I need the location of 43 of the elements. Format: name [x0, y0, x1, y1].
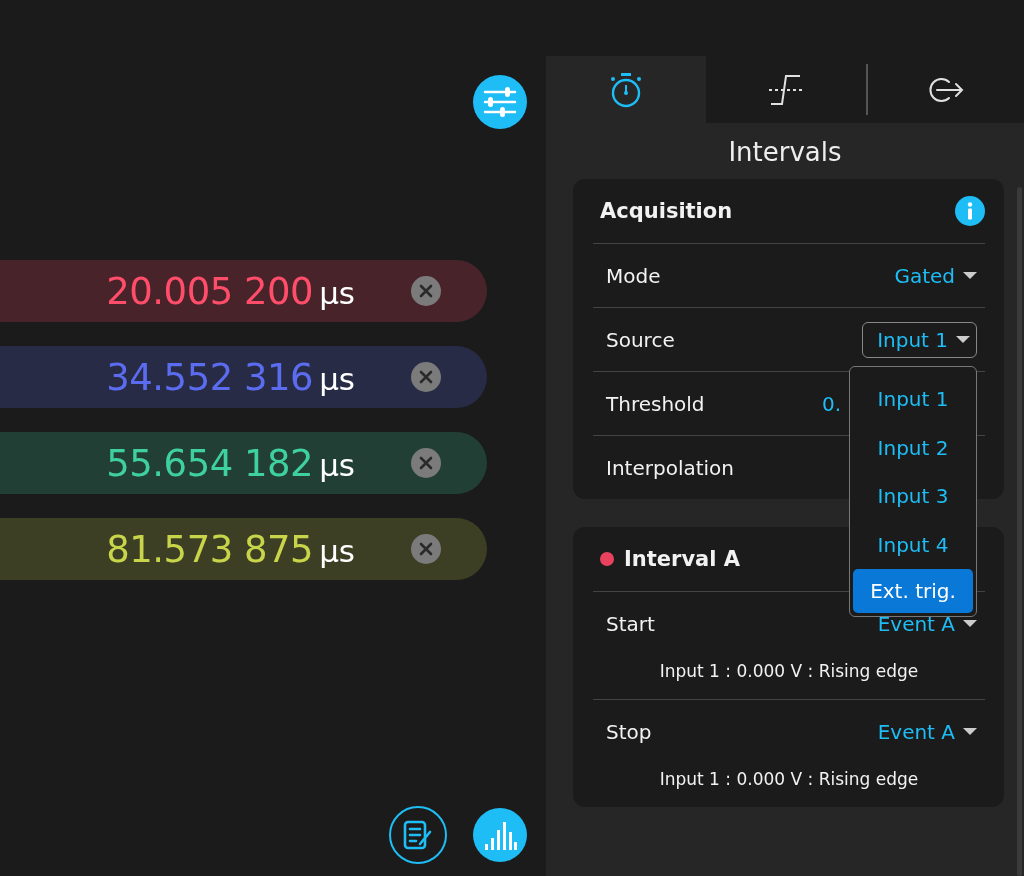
readout-unit: µs: [319, 447, 355, 483]
event-detail: Input 1 : 0.000 V : Rising edge: [658, 768, 920, 791]
readout-unit: µs: [319, 275, 355, 311]
stopwatch-icon: [609, 71, 643, 108]
readout-value: 55.654 182: [106, 441, 314, 485]
readout-unit: µs: [319, 361, 355, 397]
event-dropdown[interactable]: Event A: [877, 715, 977, 748]
close-button[interactable]: [411, 534, 441, 564]
readout-unit: µs: [319, 533, 355, 569]
setting-label: Start: [606, 611, 655, 636]
menu-option[interactable]: Input 2: [853, 423, 973, 472]
readout-value: 34.552 316: [106, 355, 314, 399]
notepad-pencil-icon: [402, 819, 434, 851]
setting-label: Stop: [606, 719, 652, 744]
menu-option[interactable]: Ext. trig.: [853, 569, 973, 613]
readout-value: 20.005 200: [106, 269, 314, 313]
sliders-icon: [483, 87, 517, 117]
close-button[interactable]: [411, 448, 441, 478]
close-icon: [411, 534, 441, 564]
readout-value: 81.573 875: [106, 527, 314, 571]
setting-label: Threshold: [606, 391, 705, 416]
notes-button[interactable]: [389, 806, 447, 864]
setting-label: Mode: [606, 263, 661, 288]
close-button[interactable]: [411, 276, 441, 306]
close-icon: [411, 362, 441, 392]
tab[interactable]: [546, 56, 706, 123]
setting-label: Interpolation: [606, 455, 734, 480]
panel-title: Intervals: [727, 136, 843, 169]
close-icon: [411, 448, 441, 478]
section-title: Acquisition: [600, 199, 733, 223]
settings-button[interactable]: [473, 75, 527, 129]
threshold-value[interactable]: 0.: [821, 391, 841, 416]
info-icon[interactable]: [955, 196, 985, 226]
menu-option[interactable]: Input 3: [853, 472, 973, 521]
source-dropdown[interactable]: Input 1: [862, 321, 977, 358]
menu-option[interactable]: Input 4: [853, 520, 973, 569]
close-icon: [411, 276, 441, 306]
mode-dropdown[interactable]: Gated: [894, 259, 977, 292]
menu-option[interactable]: Input 1: [853, 375, 973, 424]
event-detail: Input 1 : 0.000 V : Rising edge: [658, 660, 920, 683]
close-button[interactable]: [411, 362, 441, 392]
histogram-button[interactable]: [473, 808, 527, 862]
setting-label: Source: [606, 327, 675, 352]
